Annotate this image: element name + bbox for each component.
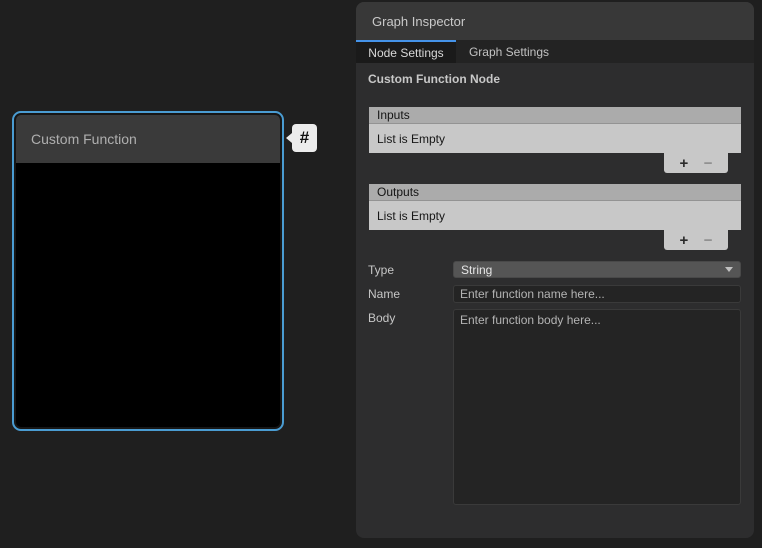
inputs-list-header: Inputs [369, 107, 741, 124]
custom-function-node[interactable]: Custom Function [12, 111, 284, 431]
tab-graph-settings-label: Graph Settings [469, 45, 549, 59]
type-dropdown[interactable]: String [453, 261, 741, 278]
outputs-footer-buttons: + − [664, 230, 728, 250]
type-label: Type [368, 261, 453, 277]
inputs-list-footer: + − [369, 153, 741, 173]
chevron-down-icon [725, 267, 733, 272]
hash-icon: # [300, 128, 309, 148]
name-field-row: Name [368, 285, 741, 303]
inputs-empty-row: List is Empty [369, 124, 741, 153]
panel-title: Graph Inspector [372, 14, 465, 29]
function-name-input[interactable] [453, 285, 741, 303]
graph-inspector-panel: Graph Inspector Node Settings Graph Sett… [356, 2, 754, 538]
body-field-row: Body [368, 309, 741, 510]
inputs-add-button[interactable]: + [679, 156, 688, 171]
section-title: Custom Function Node [368, 72, 742, 86]
outputs-list-footer: + − [369, 230, 741, 250]
tab-node-settings[interactable]: Node Settings [356, 40, 456, 63]
tab-node-settings-label: Node Settings [368, 46, 443, 60]
node-inner: Custom Function [16, 115, 280, 427]
outputs-header-label: Outputs [377, 185, 419, 199]
node-preview-body [16, 163, 280, 427]
inputs-list: Inputs List is Empty + − [369, 107, 741, 173]
outputs-list: Outputs List is Empty + − [369, 184, 741, 250]
type-field-row: Type String [368, 261, 741, 278]
outputs-remove-button[interactable]: − [704, 233, 713, 248]
outputs-empty-row: List is Empty [369, 201, 741, 230]
name-label: Name [368, 285, 453, 301]
badge-tail-icon [286, 133, 292, 143]
node-hash-badge[interactable]: # [292, 124, 317, 152]
node-title: Custom Function [31, 131, 137, 147]
panel-title-bar[interactable]: Graph Inspector [356, 2, 754, 40]
inputs-empty-label: List is Empty [377, 132, 445, 146]
outputs-empty-label: List is Empty [377, 209, 445, 223]
outputs-list-header: Outputs [369, 184, 741, 201]
function-body-textarea[interactable] [453, 309, 741, 505]
node-header[interactable]: Custom Function [16, 115, 280, 163]
type-dropdown-value: String [461, 263, 492, 277]
inputs-remove-button[interactable]: − [704, 156, 713, 171]
tab-graph-settings[interactable]: Graph Settings [456, 40, 562, 63]
inputs-footer-buttons: + − [664, 153, 728, 173]
body-label: Body [368, 309, 453, 325]
graph-editor-screen: Custom Function # Graph Inspector Node S… [0, 0, 762, 548]
inspector-tab-bar: Node Settings Graph Settings [356, 40, 754, 63]
outputs-add-button[interactable]: + [679, 233, 688, 248]
inputs-header-label: Inputs [377, 108, 410, 122]
